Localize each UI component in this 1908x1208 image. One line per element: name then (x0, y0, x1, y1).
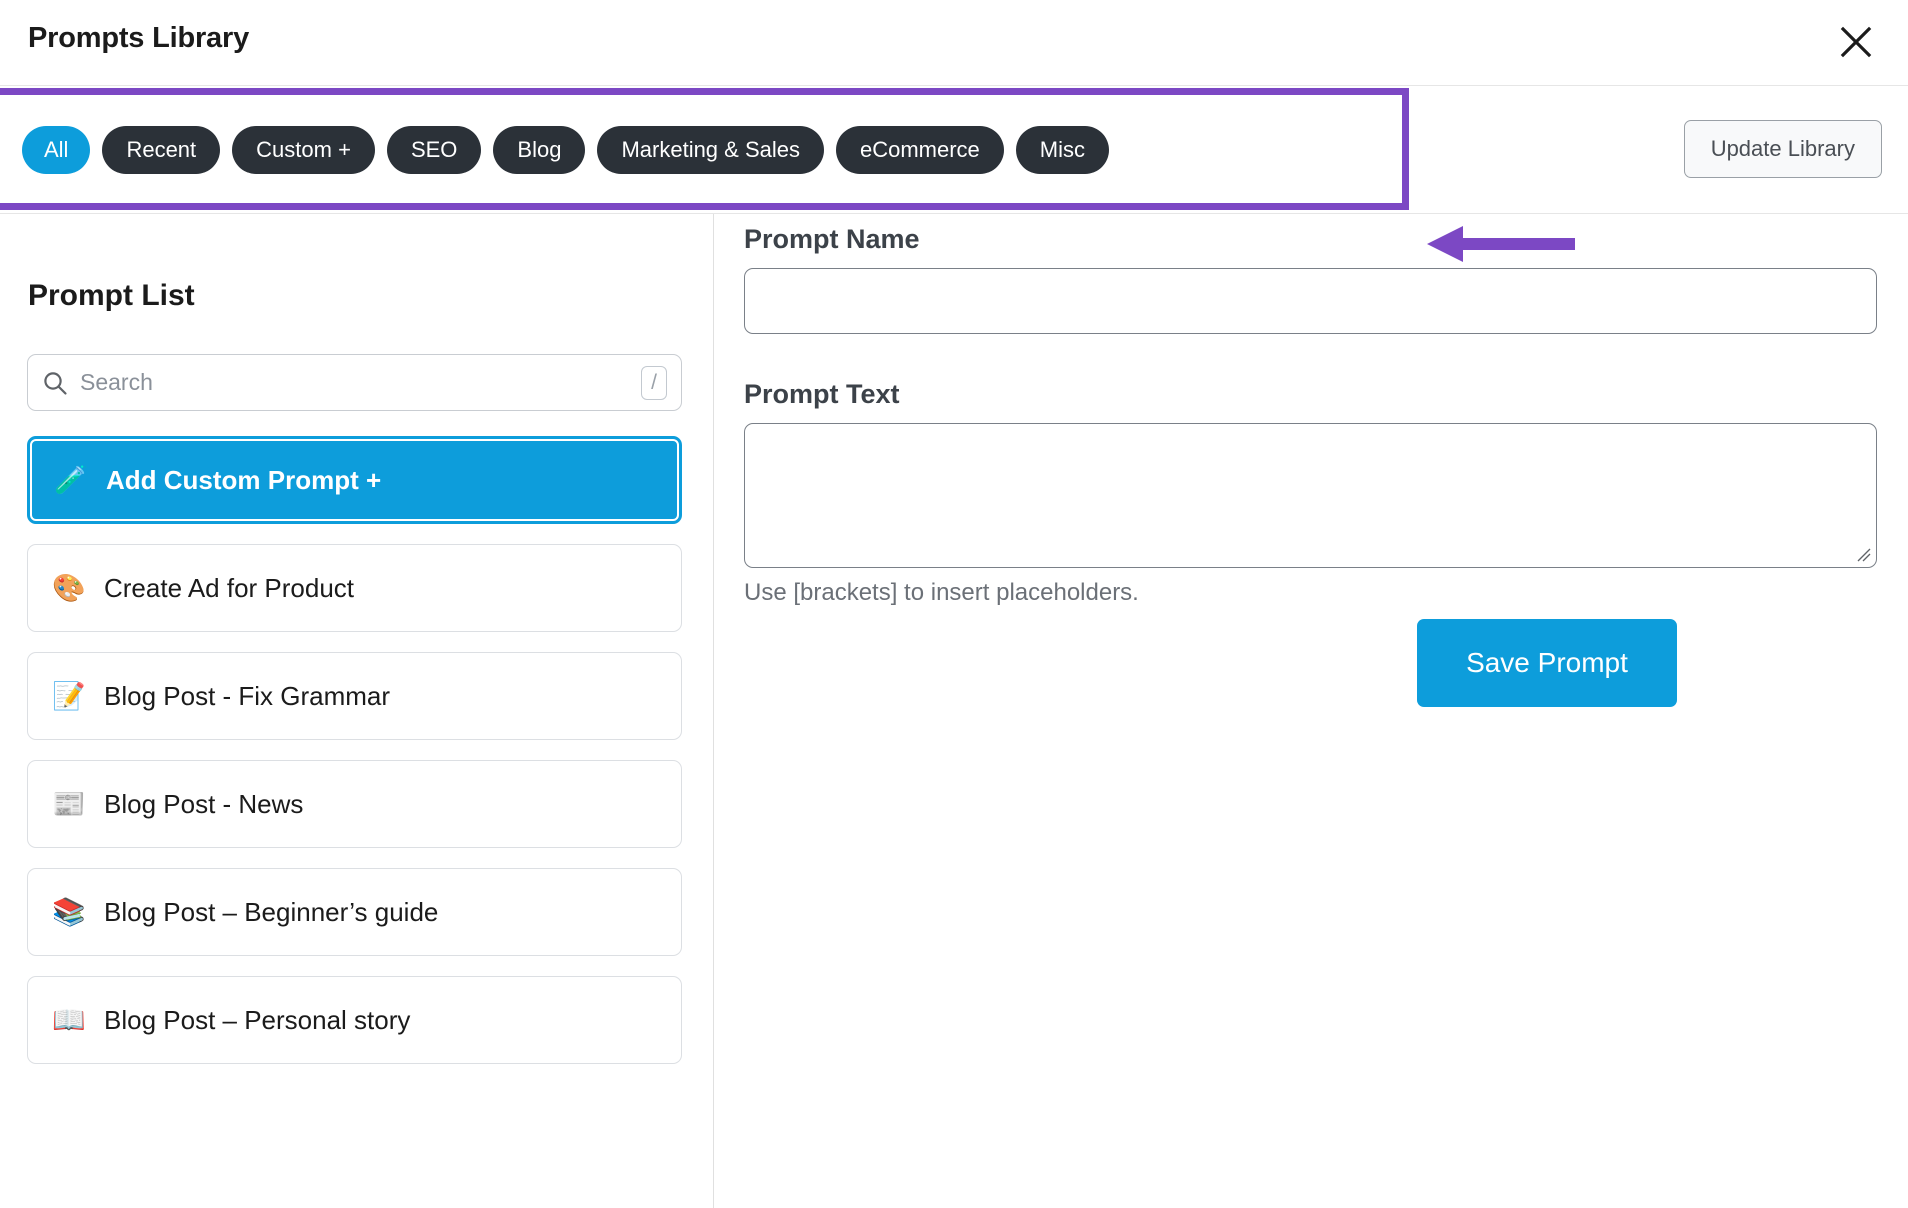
newspaper-icon: 📰 (52, 788, 86, 819)
save-prompt-button[interactable]: Save Prompt (1417, 619, 1677, 707)
list-item-label: Add Custom Prompt + (106, 464, 382, 495)
tab-seo[interactable]: SEO (386, 126, 482, 174)
memo-icon: 📝 (52, 680, 86, 711)
list-item-label: Create Ad for Product (104, 572, 355, 603)
tab-recent[interactable]: Recent (102, 126, 221, 174)
list-item-create-ad-for-product[interactable]: 🎨 Create Ad for Product (27, 544, 682, 632)
tab-all[interactable]: All (22, 126, 91, 174)
tab-marketing-and-sales[interactable]: Marketing & Sales (597, 126, 824, 174)
palette-icon: 🎨 (52, 572, 86, 603)
search-input[interactable] (80, 355, 641, 410)
list-item-label: Blog Post - Fix Grammar (104, 680, 391, 711)
prompt-text-label: Prompt Text (744, 379, 900, 409)
modal-body: Prompt List / 🧪 Add Custom Prompt + (0, 214, 1908, 1208)
category-tabs: All Recent Custom + SEO Blog Marketing &… (22, 86, 1110, 214)
list-item-label: Blog Post – Beginner’s guide (104, 896, 439, 927)
list-item-blog-post-personal-story[interactable]: 📖 Blog Post – Personal story (27, 976, 682, 1064)
books-icon: 📚 (52, 896, 86, 927)
list-item-blog-post-news[interactable]: 📰 Blog Post - News (27, 760, 682, 848)
list-item-add-custom-prompt[interactable]: 🧪 Add Custom Prompt + (27, 436, 682, 524)
annotation-arrow-icon (1427, 224, 1575, 264)
open-book-icon: 📖 (52, 1004, 86, 1035)
prompt-list: 🧪 Add Custom Prompt + 🎨 Create Ad for Pr… (27, 436, 682, 1084)
list-item-blog-post-beginners-guide[interactable]: 📚 Blog Post – Beginner’s guide (27, 868, 682, 956)
search-icon (42, 370, 68, 396)
close-button[interactable] (1828, 14, 1884, 70)
list-item-blog-post-fix-grammar[interactable]: 📝 Blog Post - Fix Grammar (27, 652, 682, 740)
prompt-editor-pane: Prompt Name Prompt Text Use [brackets] t… (715, 214, 1908, 1208)
prompt-name-label: Prompt Name (744, 224, 920, 254)
list-item-label: Blog Post - News (104, 788, 304, 819)
search-shortcut-key: / (641, 365, 667, 400)
modal-header: Prompts Library (0, 0, 1908, 86)
search-field-wrapper[interactable]: / (27, 354, 682, 411)
tab-blog[interactable]: Blog (493, 126, 586, 174)
update-library-button[interactable]: Update Library (1683, 120, 1882, 178)
prompt-text-wrapper (744, 423, 1877, 568)
list-item-label: Blog Post – Personal story (104, 1004, 411, 1035)
prompt-list-pane: Prompt List / 🧪 Add Custom Prompt + (0, 214, 714, 1208)
prompt-text-hint: Use [brackets] to insert placeholders. (744, 579, 1139, 606)
page-title: Prompts Library (28, 22, 249, 54)
tab-custom[interactable]: Custom + (232, 126, 375, 174)
prompt-name-input[interactable] (744, 268, 1877, 334)
prompt-list-heading: Prompt List (28, 279, 195, 312)
tab-ecommerce[interactable]: eCommerce (835, 126, 1004, 174)
tab-misc[interactable]: Misc (1015, 126, 1110, 174)
close-icon (1839, 25, 1873, 59)
test-tube-icon: 🧪 (54, 464, 88, 495)
prompts-library-modal: Prompts Library All Recent Custom + SEO … (0, 0, 1908, 1208)
category-tab-bar: All Recent Custom + SEO Blog Marketing &… (0, 86, 1908, 262)
prompt-text-input[interactable] (744, 423, 1877, 568)
